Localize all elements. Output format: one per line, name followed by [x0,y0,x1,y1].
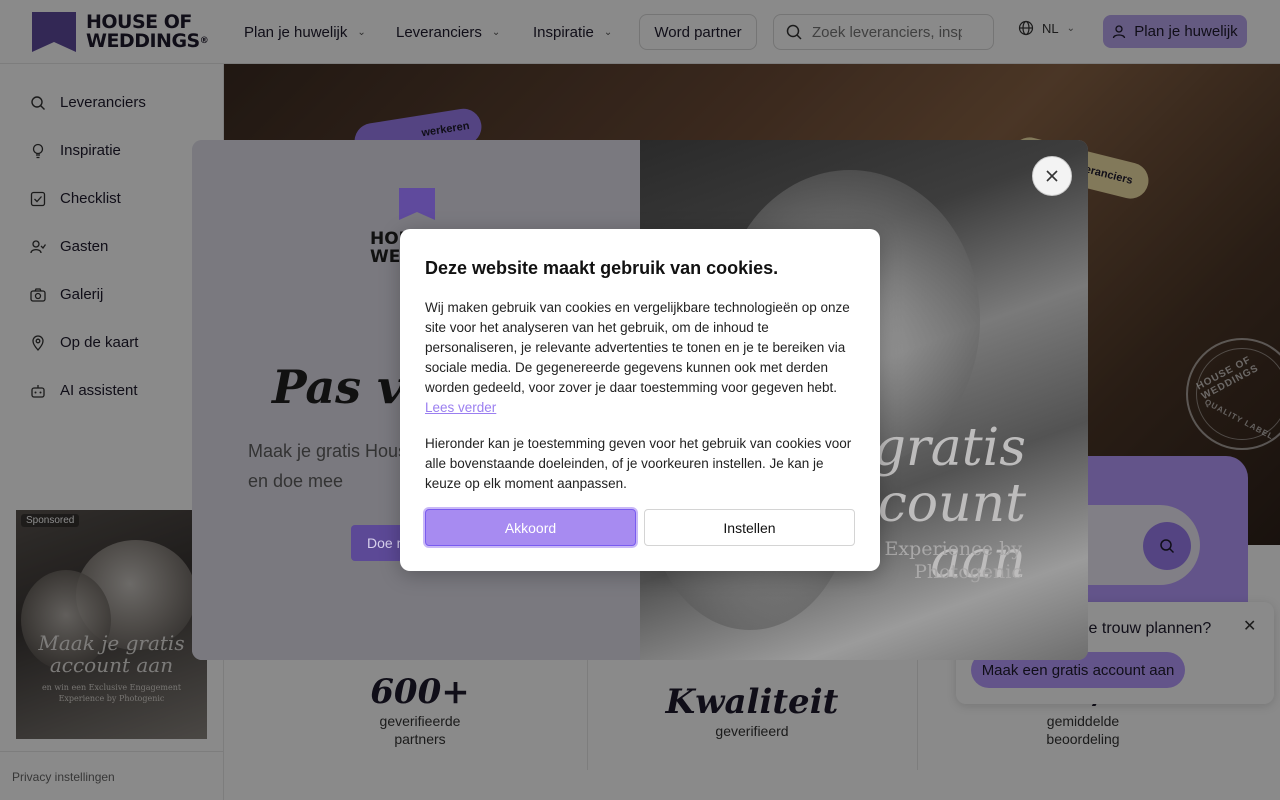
close-icon [1046,170,1058,182]
read-more-link[interactable]: Lees verder [425,400,496,415]
cookie-consent-text: Hieronder kan je toestemming geven voor … [425,436,852,491]
logo-mark-icon [399,188,435,220]
accept-cookies-button[interactable]: Akkoord [425,509,636,546]
modal-close-button[interactable] [1032,156,1072,196]
cookie-consent-dialog: Deze website maakt gebruik van cookies. … [400,229,880,571]
cookie-title: Deze website maakt gebruik van cookies. [425,258,779,278]
cookie-settings-button[interactable]: Instellen [644,509,855,546]
cookie-description: Wij maken gebruik van cookies en vergeli… [425,300,850,415]
